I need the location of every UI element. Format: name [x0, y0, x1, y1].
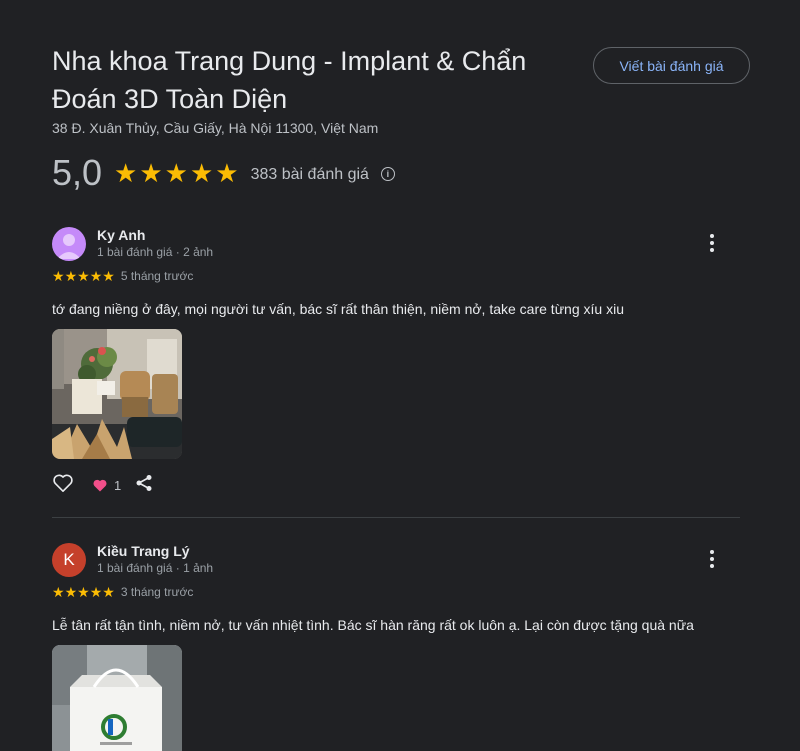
star-icon: ★ — [89, 584, 103, 600]
rating-summary: 5,0 ★ ★ ★ ★ ★ 383 bài đánh giá i — [52, 152, 395, 194]
reviewer-meta: 1 bài đánh giá · 2 ảnh — [97, 245, 214, 259]
star-icon: ★ — [89, 268, 103, 284]
more-options-button[interactable] — [702, 231, 722, 255]
review-card: K Kiều Trang Lý 1 bài đánh giá · 1 ảnh ★… — [52, 543, 742, 751]
person-avatar-icon — [57, 234, 81, 259]
write-review-button[interactable]: Viết bài đánh giá — [593, 47, 750, 84]
star-icon: ★ — [215, 158, 239, 188]
reviewer-name[interactable]: Ky Anh — [97, 227, 145, 243]
review-time: 5 tháng trước — [120, 269, 194, 283]
star-icon: ★ — [102, 584, 115, 600]
review-stars: ★ ★ ★ ★ ★ 5 tháng trước — [52, 269, 193, 283]
review-text: tớ đang niềng ở đây, mọi người tư vấn, b… — [52, 301, 624, 317]
review-count[interactable]: 383 bài đánh giá — [251, 166, 369, 184]
star-icon: ★ — [64, 268, 78, 284]
place-header: Nha khoa Trang Dung - Implant & Chẩn Đoá… — [52, 42, 582, 136]
rating-stars: ★ ★ ★ ★ ★ — [114, 160, 239, 186]
reviewer-meta: 1 bài đánh giá · 1 ảnh — [97, 561, 214, 575]
more-options-button[interactable] — [702, 547, 722, 571]
reaction-summary[interactable]: 1 — [92, 478, 121, 493]
reaction-count: 1 — [114, 478, 122, 493]
star-icon: ★ — [114, 158, 138, 188]
review-text: Lễ tân rất tận tình, niềm nở, tư vấn nhi… — [52, 617, 694, 633]
review-actions: 1 — [52, 473, 153, 498]
share-icon — [136, 475, 152, 491]
clinic-interior-photo — [52, 329, 182, 459]
review-photo[interactable] — [52, 645, 182, 751]
star-icon: ★ — [189, 158, 214, 188]
star-icon: ★ — [139, 158, 163, 188]
reviewer-name[interactable]: Kiều Trang Lý — [97, 543, 190, 559]
avatar-letter: K — [63, 550, 75, 569]
heart-outline-icon — [53, 474, 73, 492]
like-button[interactable] — [52, 473, 74, 498]
gift-bag-photo — [52, 645, 182, 751]
share-button[interactable] — [135, 474, 153, 497]
star-icon: ★ — [164, 158, 188, 188]
place-address: 38 Đ. Xuân Thủy, Cầu Giấy, Hà Nội 11300,… — [52, 120, 379, 136]
review-stars: ★ ★ ★ ★ ★ 3 tháng trước — [52, 585, 193, 599]
average-rating: 5,0 — [52, 152, 103, 193]
star-icon: ★ — [77, 268, 90, 284]
star-icon: ★ — [102, 268, 115, 284]
heart-filled-icon — [93, 479, 107, 492]
review-divider — [52, 517, 740, 518]
star-icon: ★ — [52, 584, 65, 600]
avatar[interactable]: K — [52, 543, 86, 577]
review-time: 3 tháng trước — [120, 585, 194, 599]
info-icon[interactable]: i — [380, 167, 395, 181]
star-icon: ★ — [64, 584, 78, 600]
star-icon: ★ — [77, 584, 90, 600]
place-title: Nha khoa Trang Dung - Implant & Chẩn Đoá… — [52, 46, 527, 114]
avatar[interactable] — [52, 227, 86, 261]
star-icon: ★ — [52, 268, 65, 284]
review-photo[interactable] — [52, 329, 182, 459]
review-card: Ky Anh 1 bài đánh giá · 2 ảnh ★ ★ ★ ★ ★ … — [52, 227, 742, 497]
